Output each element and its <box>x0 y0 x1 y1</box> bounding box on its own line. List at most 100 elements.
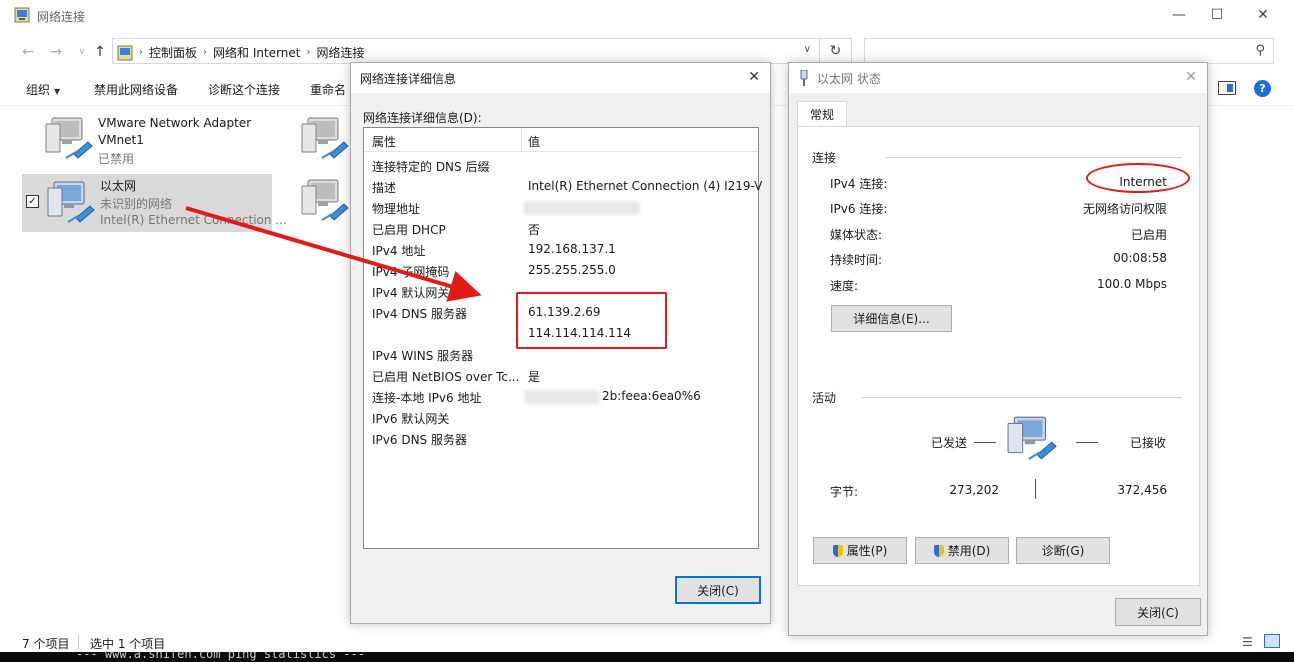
breadcrumb-item-control-panel[interactable]: 控制面板 <box>149 44 197 61</box>
refresh-button[interactable]: ↻ <box>820 38 852 64</box>
checkbox[interactable]: ✓ <box>26 195 39 208</box>
breadcrumb: › 控制面板 › 网络和 Internet › 网络连接 <box>117 44 365 61</box>
duration-value: 00:08:58 <box>1113 251 1167 265</box>
row-property: IPv4 子网掩码 <box>372 265 450 279</box>
recent-locations-button[interactable]: ∨ <box>72 42 92 62</box>
table-row[interactable]: IPv6 默认网关 <box>364 407 758 428</box>
details-dialog: 网络连接详细信息 ✕ 网络连接详细信息(D): 属性 值 连接特定的 DNS 后… <box>350 62 771 624</box>
help-icon[interactable]: ? <box>1254 80 1271 97</box>
control-panel-icon <box>117 45 133 60</box>
network-adapter-icon <box>300 176 350 224</box>
rename-button[interactable]: 重命名 <box>310 81 350 98</box>
details-button[interactable]: 详细信息(E)... <box>831 305 952 332</box>
list-item-vmnet1[interactable]: VMware Network Adapter VMnet1 已禁用 <box>44 114 274 166</box>
up-button[interactable]: ↑ <box>90 42 110 62</box>
details-titlebar: 网络连接详细信息 ✕ <box>351 63 770 93</box>
group-divider <box>886 157 1182 158</box>
list-item-ethernet[interactable]: ✓ 以太网 未识别的网络 Intel(R) Ethernet Connectio… <box>22 174 287 232</box>
search-icon: ⚲ <box>1255 43 1265 58</box>
table-row[interactable]: 已启用 NetBIOS over Tc... 是 <box>364 365 758 386</box>
row-property: 描述 <box>372 181 397 195</box>
table-row[interactable]: 描述 Intel(R) Ethernet Connection (4) I219-… <box>364 176 762 197</box>
properties-button[interactable]: 属性(P) <box>813 537 907 564</box>
status-close-button[interactable]: 关闭(C) <box>1115 598 1201 626</box>
status-titlebar: 以太网 状态 ✕ <box>789 63 1207 93</box>
bytes-received: 372,456 <box>1117 483 1167 497</box>
address-bar[interactable]: › 控制面板 › 网络和 Internet › 网络连接 ∨ <box>112 38 820 64</box>
arrow-up-icon: ↑ <box>94 44 106 60</box>
disable-button[interactable]: 禁用(D) <box>915 537 1009 564</box>
window-title: 网络连接 <box>37 10 86 24</box>
arrow-left-icon: ← <box>22 44 34 60</box>
large-icons-view-icon[interactable] <box>1264 634 1280 648</box>
organize-label: 组织 <box>26 83 51 97</box>
ipv4-label: IPv4 连接: <box>830 177 888 191</box>
details-title: 网络连接详细信息 <box>360 72 457 86</box>
row-value: 2b:feea:6ea0%6 <box>602 389 701 403</box>
table-row[interactable]: IPv4 地址 192.168.137.1 <box>364 239 758 260</box>
breadcrumb-separator-icon: › <box>306 47 311 58</box>
sent-label: 已发送 <box>931 436 968 450</box>
row-property: IPv6 DNS 服务器 <box>372 433 467 447</box>
item-status: 已禁用 <box>98 152 135 166</box>
ipv6-value: 无网络访问权限 <box>1082 202 1167 216</box>
details-list-label: 网络连接详细信息(D): <box>363 111 482 125</box>
item-status: 未识别的网络 <box>100 197 173 211</box>
row-property: 连接-本地 IPv6 地址 <box>372 391 482 405</box>
ipv6-label: IPv6 连接: <box>830 202 888 216</box>
shield-icon <box>933 544 944 557</box>
row-value: 255.255.255.0 <box>528 263 616 277</box>
media-value: 已启用 <box>1130 228 1167 242</box>
arrow-right-icon: → <box>50 44 62 60</box>
table-row[interactable]: 连接特定的 DNS 后缀 <box>364 155 758 176</box>
received-line <box>1076 442 1098 443</box>
network-adapter-icon <box>300 114 350 162</box>
activity-group-title: 活动 <box>812 391 837 405</box>
ethernet-adapter-icon <box>46 178 96 226</box>
row-value: 是 <box>528 370 541 384</box>
dns-highlight-box <box>516 292 667 349</box>
column-value[interactable]: 值 <box>528 133 540 150</box>
preview-pane-icon[interactable] <box>1218 81 1236 95</box>
status-dialog: 以太网 状态 ✕ 常规 连接 IPv4 连接: Internet IPv6 连接… <box>788 62 1208 636</box>
column-property[interactable]: 属性 <box>372 133 396 150</box>
back-button[interactable]: ← <box>18 42 38 62</box>
row-value: 否 <box>528 223 541 237</box>
table-row[interactable]: IPv4 子网掩码 255.255.255.0 <box>364 260 758 281</box>
details-close-button[interactable]: 关闭(C) <box>675 576 761 604</box>
column-divider[interactable] <box>521 128 522 152</box>
minimize-icon: — <box>1172 7 1186 23</box>
details-listview[interactable]: 属性 值 连接特定的 DNS 后缀描述 Intel(R) Ethernet Con… <box>363 127 762 549</box>
bytes-divider <box>1035 479 1036 499</box>
media-label: 媒体状态: <box>830 228 883 242</box>
disable-device-button[interactable]: 禁用此网络设备 <box>94 81 178 98</box>
list-item-adapter[interactable] <box>300 114 350 166</box>
explorer-titlebar: 网络连接 — ☐ ✕ <box>0 0 1294 32</box>
close-icon[interactable]: ✕ <box>748 69 760 85</box>
maximize-button[interactable]: ☐ <box>1194 0 1240 30</box>
breadcrumb-item-network-internet[interactable]: 网络和 Internet <box>213 44 300 61</box>
connection-group-title: 连接 <box>812 151 837 165</box>
item-count: 7 个项目 <box>22 637 70 651</box>
row-value: Intel(R) Ethernet Connection (4) I219-V <box>528 179 763 193</box>
row-property: IPv4 DNS 服务器 <box>372 307 467 321</box>
details-view-icon[interactable]: ☰ <box>1242 635 1253 649</box>
forward-button[interactable]: → <box>46 42 66 62</box>
network-connections-icon <box>14 7 30 23</box>
duration-label: 持续时间: <box>830 253 883 267</box>
list-item-adapter[interactable] <box>300 176 350 228</box>
tab-general[interactable]: 常规 <box>797 101 847 127</box>
shield-icon <box>832 544 843 557</box>
close-icon[interactable]: ✕ <box>1185 69 1197 85</box>
table-row[interactable]: IPv6 DNS 服务器 <box>364 428 758 449</box>
address-dropdown-icon[interactable]: ∨ <box>804 44 811 55</box>
search-input[interactable]: ⚲ <box>864 38 1274 64</box>
redacted-ipv6 <box>524 390 600 404</box>
breadcrumb-item-network-connections[interactable]: 网络连接 <box>316 44 364 61</box>
received-label: 已接收 <box>1130 436 1167 450</box>
diagnose-button[interactable]: 诊断(G) <box>1016 537 1110 564</box>
close-window-button[interactable]: ✕ <box>1240 0 1286 30</box>
organize-menu[interactable]: 组织 ▼ <box>26 81 60 98</box>
diagnose-connection-button[interactable]: 诊断这个连接 <box>208 81 280 98</box>
table-row[interactable]: 已启用 DHCP 否 <box>364 218 758 239</box>
